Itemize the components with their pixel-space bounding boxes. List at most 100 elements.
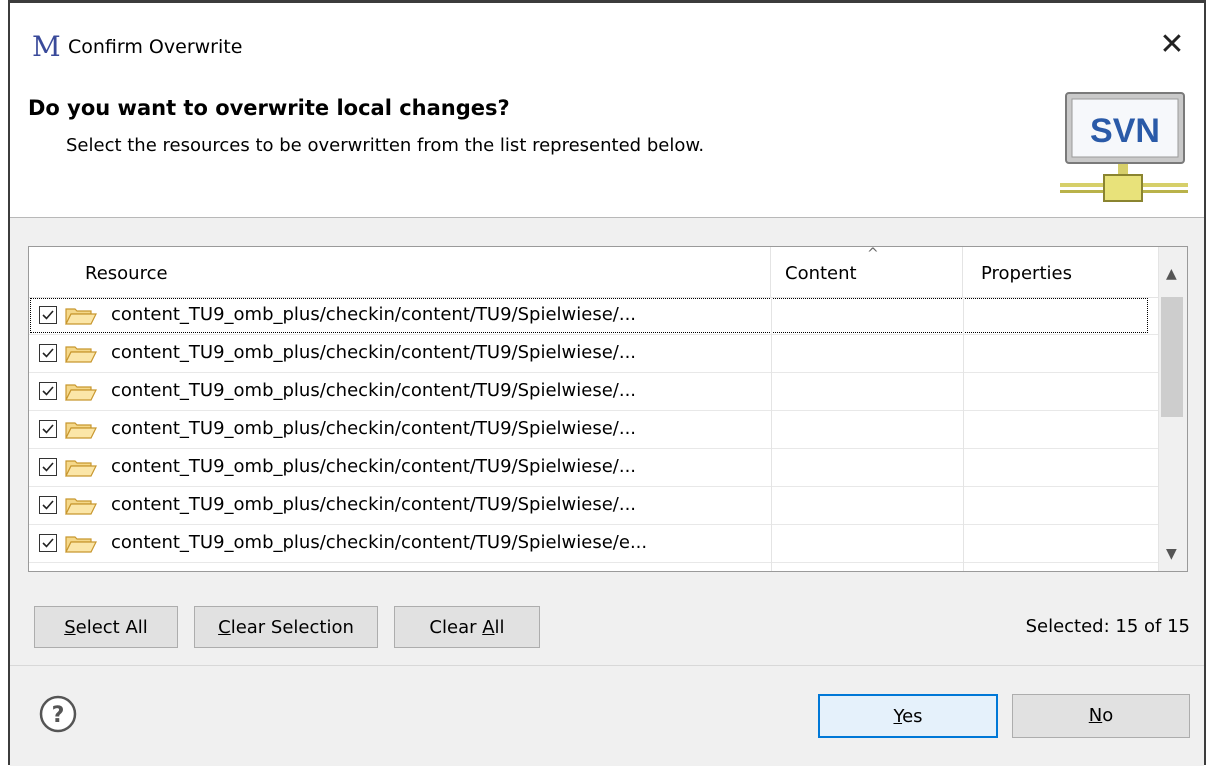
scroll-thumb[interactable] [1161,297,1183,417]
column-divider [771,411,772,449]
checkmark-icon [42,386,54,396]
column-divider [771,525,772,563]
svg-text:?: ? [52,703,65,728]
resource-cell[interactable]: content_TU9_omb_plus/checkin/content/TU9… [29,525,1149,562]
resource-cell[interactable]: content_TU9_omb_plus/checkin/content/TU9… [29,373,1149,410]
checkmark-icon [42,538,54,548]
resource-table[interactable]: Resource Content Properties ^ content_TU… [28,246,1188,572]
resource-cell[interactable]: content_TU9_omb_plus/checkin/content/TU9… [29,411,1149,448]
row-checkbox[interactable] [39,420,57,438]
column-divider [963,373,964,411]
no-label: o [1102,705,1114,726]
column-divider [963,563,964,571]
clear-all-label-pre: Clear [429,617,483,638]
column-divider [963,449,964,487]
selected-count: Selected: 15 of 15 [1025,616,1190,637]
table-row[interactable]: content_TU9_omb_plus/checkin/content/TU9… [29,449,1159,487]
column-divider [771,487,772,525]
open-folder-icon [65,536,97,553]
column-divider [771,373,772,411]
column-divider [963,411,964,449]
sort-indicator-icon: ^ [867,246,879,262]
resource-path: content_TU9_omb_plus/checkin/content/TU9… [111,418,637,439]
clear-all-label: ll [494,617,505,638]
row-checkbox[interactable] [39,534,57,552]
column-divider [963,487,964,525]
yes-mnemonic: Y [893,706,903,727]
checkmark-icon [42,310,54,320]
resource-path: content_TU9_omb_plus/checkin/content/TU9… [111,494,637,515]
open-folder-icon [65,346,97,363]
row-checkbox[interactable] [39,382,57,400]
select-all-button[interactable]: Select All [34,606,178,648]
table-row[interactable]: content_TU9_omb_plus/checkin/content/TU9… [29,525,1159,563]
checkmark-icon [42,462,54,472]
svn-logo-icon: SVN [1060,92,1188,202]
table-row[interactable]: content_TU9_omb_plus/checkin/content/TU9… [29,411,1159,449]
resource-path: content_TU9_omb_plus/checkin/content/TU9… [111,304,637,325]
table-header: Resource Content Properties ^ [29,247,1159,298]
checkmark-icon [42,500,54,510]
resource-cell[interactable]: content_TU9_omb_plus/checkin/content/TU9… [29,297,1149,334]
open-folder-icon [65,308,97,325]
table-row[interactable]: content_TU9_omb_plus/checkin/content/TU9… [29,373,1159,411]
no-button[interactable]: No [1012,694,1190,738]
row-checkbox[interactable] [39,344,57,362]
column-divider [963,525,964,563]
yes-button[interactable]: Yes [818,694,998,738]
column-divider [771,563,772,571]
row-checkbox[interactable] [39,458,57,476]
column-header-properties[interactable]: Properties [963,247,1159,297]
row-checkbox[interactable] [39,306,57,324]
resource-cell[interactable]: content_TU9_omb_plus/checkin/content/TU9… [29,563,1149,571]
resource-path: content_TU9_omb_plus/checkin/content/TU9… [111,532,648,553]
table-row[interactable]: content_TU9_omb_plus/checkin/content/TU9… [29,563,1159,571]
yes-label: es [902,706,923,727]
resource-cell[interactable]: content_TU9_omb_plus/checkin/content/TU9… [29,449,1149,486]
column-divider [771,297,772,335]
scroll-up-icon[interactable]: ▲ [1166,267,1177,281]
clear-selection-mnemonic: C [218,617,231,638]
clear-all-button[interactable]: Clear All [394,606,540,648]
column-header-resource[interactable]: Resource [85,247,771,297]
resource-path: content_TU9_omb_plus/checkin/content/TU9… [111,342,637,363]
dialog-footer: ? Yes No [10,665,1204,766]
resource-path: content_TU9_omb_plus/checkin/content/TU9… [111,570,636,571]
open-folder-icon [65,498,97,515]
title-bar: M Confirm Overwrite ✕ [10,3,1204,87]
header-title: Do you want to overwrite local changes? [28,96,510,120]
open-folder-icon [65,422,97,439]
column-divider [771,335,772,373]
select-all-label: elect All [75,617,148,638]
app-m-icon: M [32,30,61,63]
vertical-scrollbar[interactable]: ▲ ▼ [1158,247,1187,571]
resource-cell[interactable]: content_TU9_omb_plus/checkin/content/TU9… [29,335,1149,372]
clear-selection-label: lear Selection [230,617,354,638]
window-title: Confirm Overwrite [68,36,243,58]
column-divider [771,449,772,487]
svn-logo-text: SVN [1090,112,1160,150]
header-subtitle: Select the resources to be overwritten f… [66,135,705,156]
table-row[interactable]: content_TU9_omb_plus/checkin/content/TU9… [29,335,1159,373]
clear-selection-button[interactable]: Clear Selection [194,606,378,648]
row-checkbox[interactable] [39,496,57,514]
scroll-down-icon[interactable]: ▼ [1166,547,1177,561]
select-all-mnemonic: S [64,617,76,638]
column-divider [963,297,964,335]
help-icon[interactable]: ? [38,694,78,734]
column-divider [963,335,964,373]
table-row[interactable]: content_TU9_omb_plus/checkin/content/TU9… [29,487,1159,525]
resource-path: content_TU9_omb_plus/checkin/content/TU9… [111,380,637,401]
open-folder-icon [65,384,97,401]
resource-path: content_TU9_omb_plus/checkin/content/TU9… [111,456,637,477]
open-folder-icon [65,460,97,477]
checkmark-icon [42,424,54,434]
confirm-overwrite-dialog: M Confirm Overwrite ✕ Do you want to ove… [8,0,1206,766]
table-body: content_TU9_omb_plus/checkin/content/TU9… [29,297,1159,571]
close-icon[interactable]: ✕ [1154,27,1190,63]
no-mnemonic: N [1088,705,1103,726]
table-row[interactable]: content_TU9_omb_plus/checkin/content/TU9… [29,297,1159,335]
resource-cell[interactable]: content_TU9_omb_plus/checkin/content/TU9… [29,487,1149,524]
dialog-body: Resource Content Properties ^ content_TU… [10,218,1204,664]
checkmark-icon [42,348,54,358]
